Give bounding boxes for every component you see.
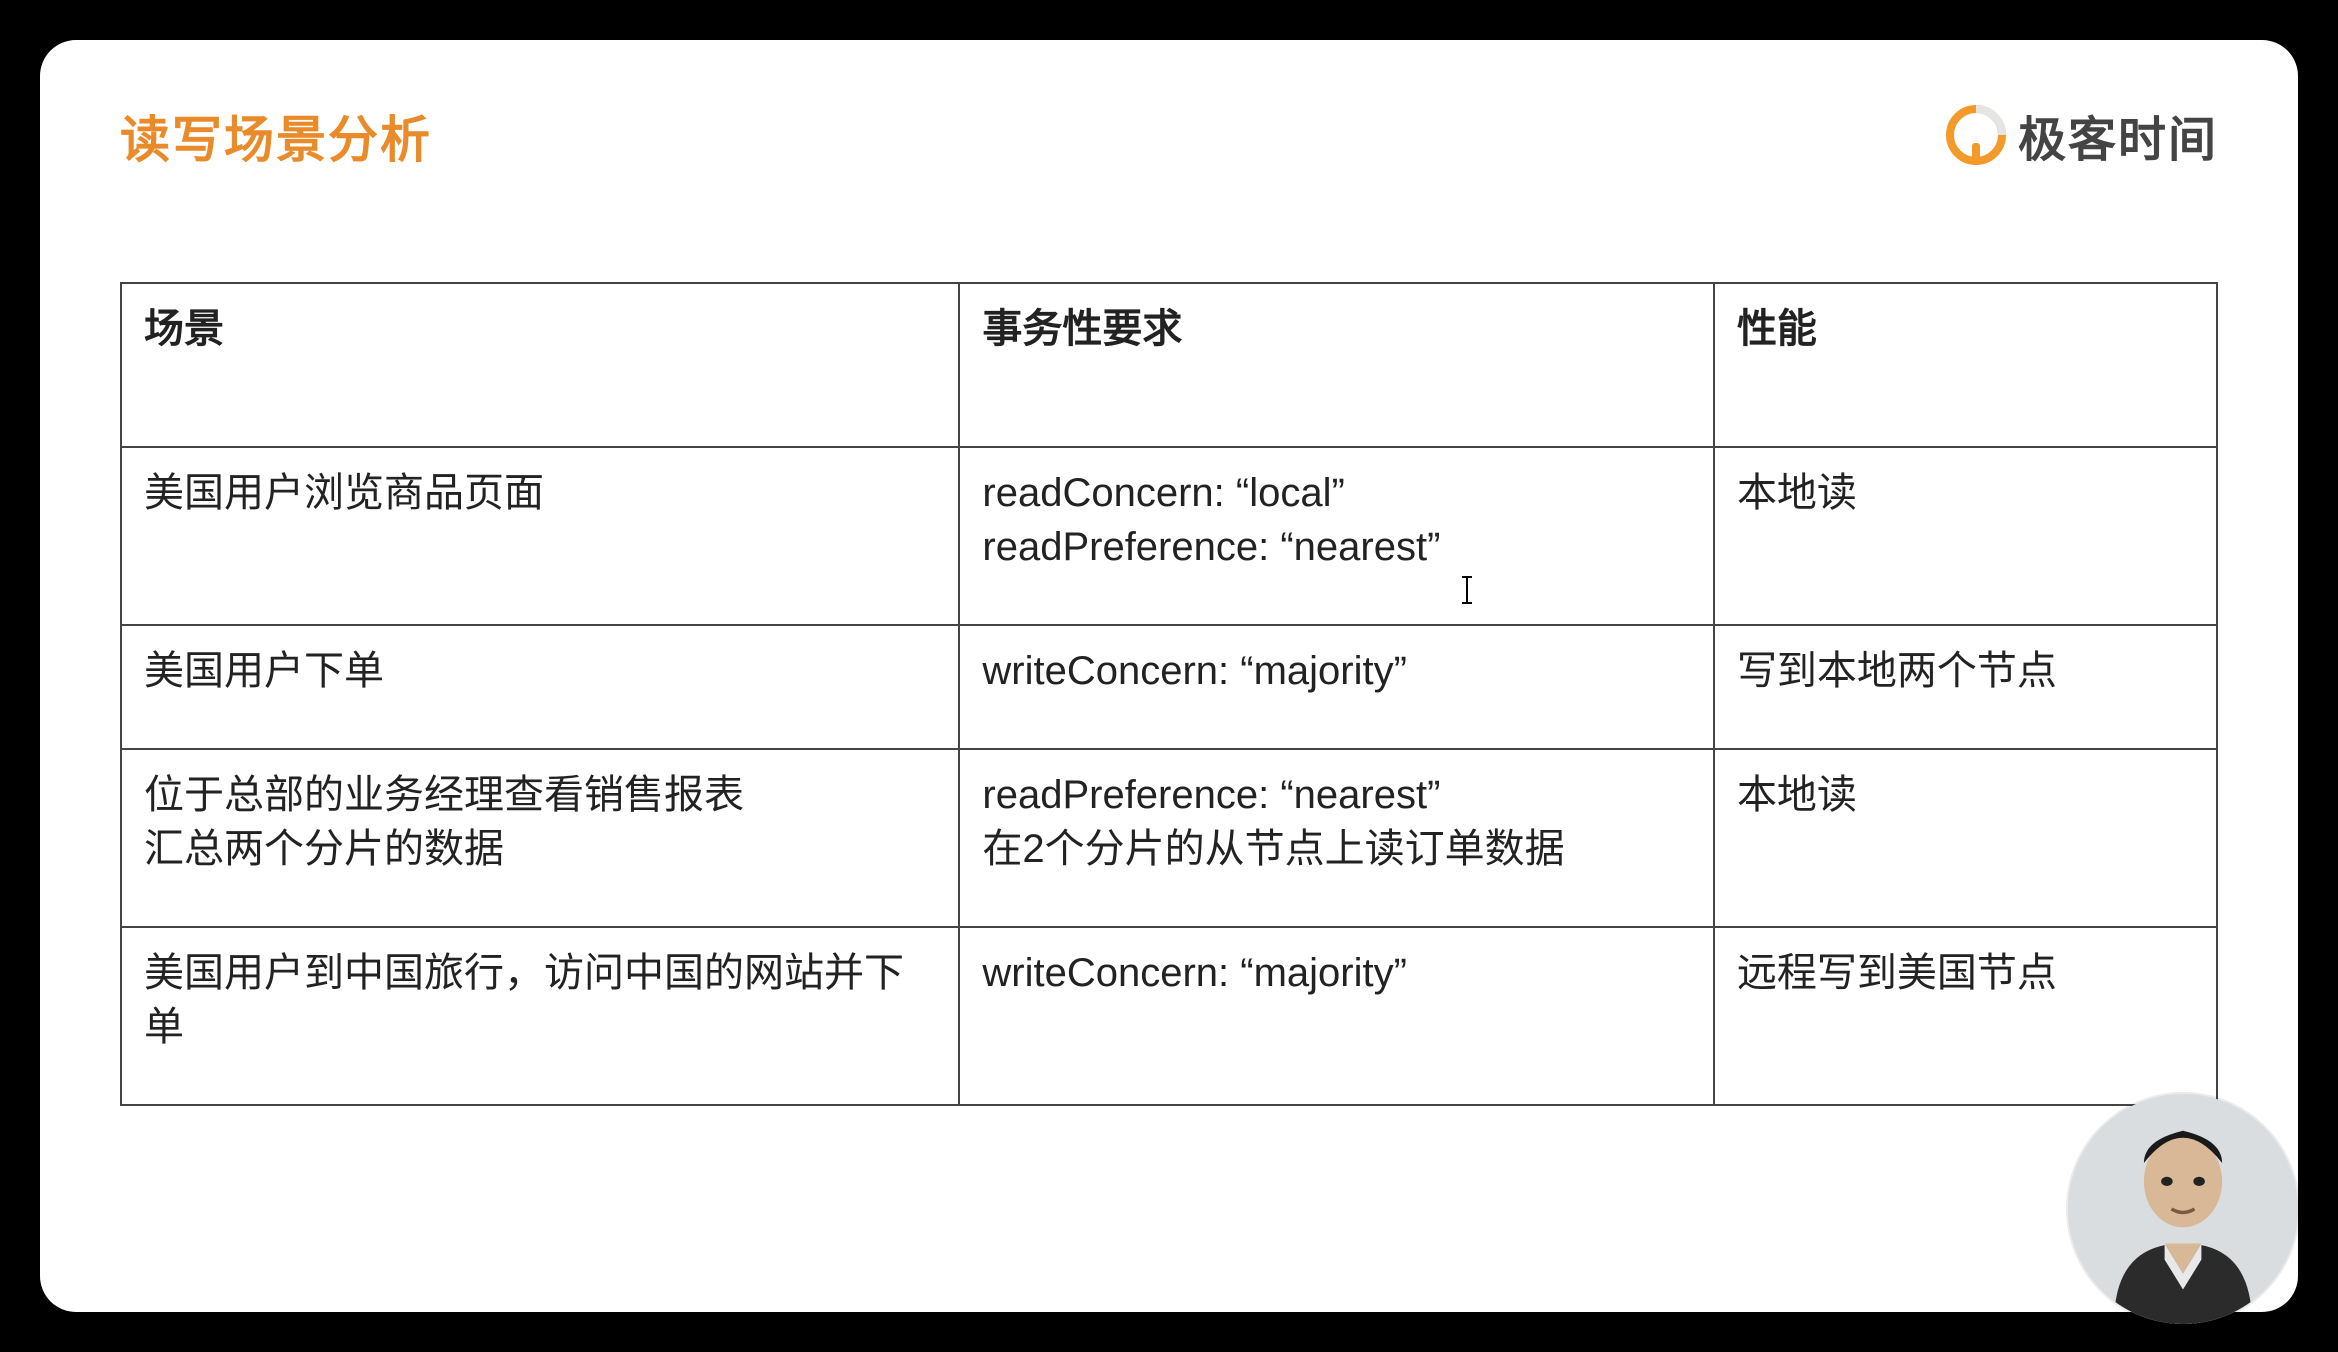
cell-performance: 远程写到美国节点 (1714, 927, 2217, 1105)
table-row: 位于总部的业务经理查看销售报表 汇总两个分片的数据readPreference:… (121, 749, 2217, 927)
slide-title: 读写场景分析 (120, 100, 432, 172)
presenter-video (2068, 1094, 2298, 1324)
brand-text: 极客时间 (2018, 100, 2218, 170)
brand: 极客时间 (1946, 100, 2218, 170)
cell-performance: 本地读 (1714, 447, 2217, 625)
col-header-requirement: 事务性要求 (959, 283, 1714, 447)
cell-requirement: writeConcern: “majority” (959, 625, 1714, 749)
scenario-table: 场景 事务性要求 性能 美国用户浏览商品页面readConcern: “loca… (120, 282, 2218, 1106)
cell-scenario: 美国用户到中国旅行，访问中国的网站并下单 (121, 927, 959, 1105)
table-row: 美国用户下单writeConcern: “majority”写到本地两个节点 (121, 625, 2217, 749)
cell-requirement: readPreference: “nearest” 在2个分片的从节点上读订单数… (959, 749, 1714, 927)
cell-scenario: 美国用户浏览商品页面 (121, 447, 959, 625)
brand-logo-icon (1946, 105, 2006, 165)
cell-scenario: 位于总部的业务经理查看销售报表 汇总两个分片的数据 (121, 749, 959, 927)
cell-performance: 写到本地两个节点 (1714, 625, 2217, 749)
cell-scenario: 美国用户下单 (121, 625, 959, 749)
table-row: 美国用户到中国旅行，访问中国的网站并下单writeConcern: “major… (121, 927, 2217, 1105)
cell-requirement: readConcern: “local” readPreference: “ne… (959, 447, 1714, 625)
table-header-row: 场景 事务性要求 性能 (121, 283, 2217, 447)
slide: 读写场景分析 极客时间 场景 事务性要求 性能 (40, 40, 2298, 1312)
col-header-performance: 性能 (1714, 283, 2217, 447)
table-row: 美国用户浏览商品页面readConcern: “local” readPrefe… (121, 447, 2217, 625)
cell-performance: 本地读 (1714, 749, 2217, 927)
col-header-scenario: 场景 (121, 283, 959, 447)
cell-requirement: writeConcern: “majority” (959, 927, 1714, 1105)
slide-header: 读写场景分析 极客时间 (120, 100, 2218, 172)
